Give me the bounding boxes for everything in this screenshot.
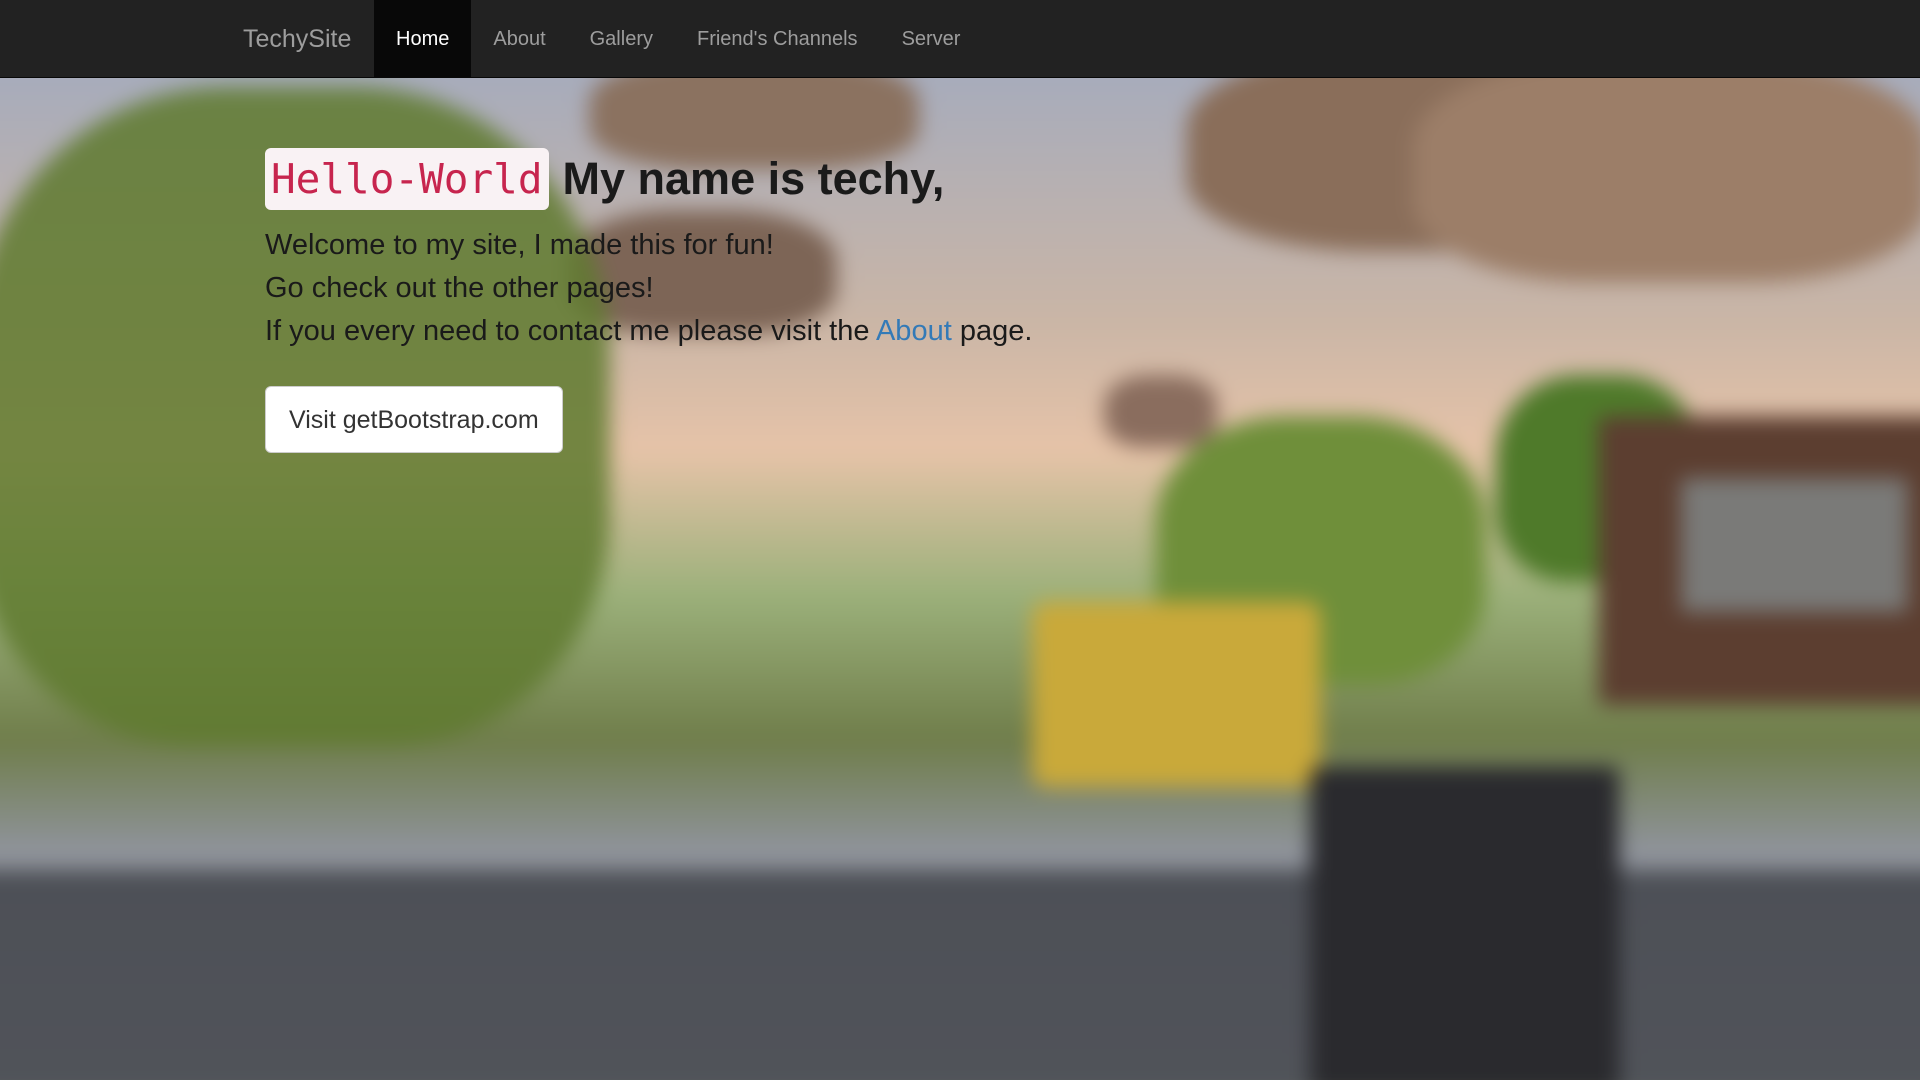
intro-text: Welcome to my site, I made this for fun!… bbox=[265, 224, 1565, 353]
intro-line-1: Welcome to my site, I made this for fun! bbox=[265, 229, 774, 261]
nav-item-server: Server bbox=[880, 0, 983, 78]
hero-section: Hello-World My name is techy, Welcome to… bbox=[265, 146, 1565, 453]
nav-item-home: Home bbox=[374, 0, 472, 78]
visit-getbootstrap-button[interactable]: Visit getBootstrap.com bbox=[265, 386, 563, 453]
nav-menu: Home About Gallery Friend's Channels Ser… bbox=[374, 0, 982, 78]
intro-line-2: Go check out the other pages! bbox=[265, 272, 654, 304]
page-heading: Hello-World My name is techy, bbox=[265, 146, 1565, 212]
heading-text: My name is techy, bbox=[562, 153, 945, 204]
nav-link-friends-channels[interactable]: Friend's Channels bbox=[675, 0, 880, 78]
about-link[interactable]: About bbox=[876, 315, 952, 347]
nav-link-gallery[interactable]: Gallery bbox=[568, 0, 675, 78]
intro-line-3-after: page. bbox=[951, 315, 1033, 347]
intro-line-3: If you every need to contact me please v… bbox=[265, 310, 1565, 353]
nav-item-friends-channels: Friend's Channels bbox=[675, 0, 880, 78]
nav-item-gallery: Gallery bbox=[568, 0, 675, 78]
nav-link-server[interactable]: Server bbox=[880, 0, 983, 78]
nav-item-about: About bbox=[471, 0, 567, 78]
brand-link[interactable]: TechySite bbox=[243, 0, 351, 78]
hello-world-code-badge: Hello-World bbox=[265, 148, 549, 210]
intro-line-3-before: If you every need to contact me please v… bbox=[265, 315, 876, 347]
top-navbar: TechySite Home About Gallery Friend's Ch… bbox=[0, 0, 1920, 78]
nav-link-home[interactable]: Home bbox=[374, 0, 472, 78]
nav-link-about[interactable]: About bbox=[471, 0, 567, 78]
